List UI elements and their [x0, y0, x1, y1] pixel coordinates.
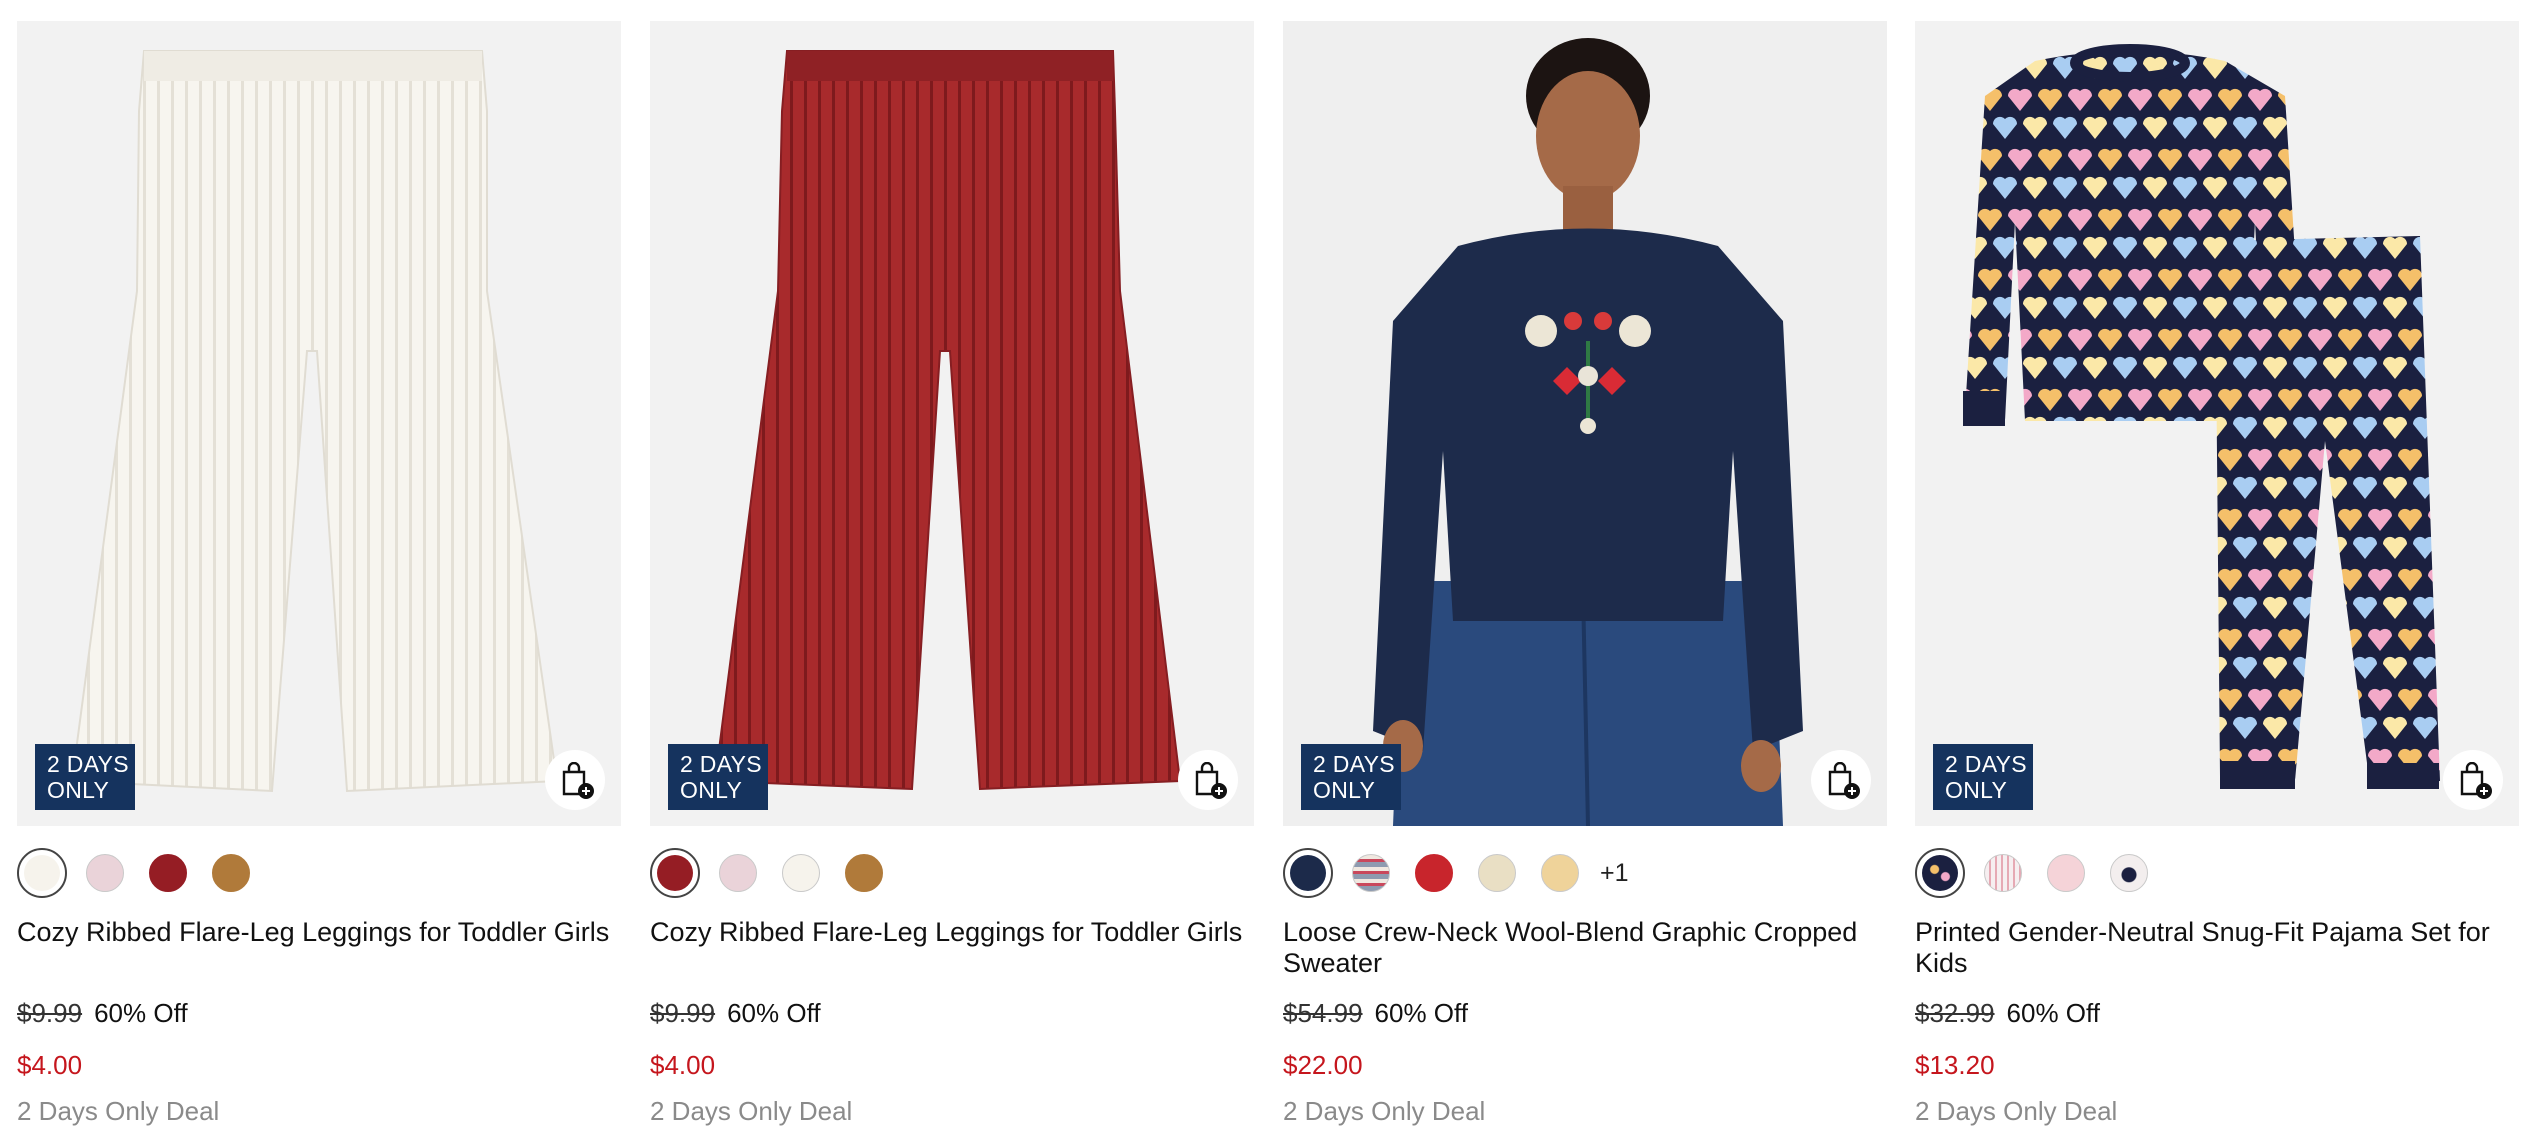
product-title[interactable]: Loose Crew-Neck Wool-Blend Graphic Cropp…	[1283, 917, 1887, 979]
shopping-bag-plus-icon	[1195, 762, 1227, 799]
discount-label: 60% Off	[1374, 998, 1468, 1028]
price-row: $9.99 60% Off	[650, 998, 821, 1029]
product-image-heart-pajamas[interactable]: 2 DAYS ONLY	[1915, 21, 2519, 826]
shopping-bag-plus-icon	[1828, 762, 1860, 799]
two-days-only-badge: 2 DAYS ONLY	[1301, 744, 1401, 810]
sale-price: $13.20	[1915, 1050, 1995, 1080]
add-to-bag-button[interactable]	[2443, 750, 2503, 810]
swatch-white-heart[interactable]	[2110, 854, 2148, 892]
swatch-navy-pattern[interactable]	[1283, 848, 1333, 898]
swatch-camel[interactable]	[845, 854, 883, 892]
cream-leggings-illustration	[70, 50, 559, 793]
product-grid: 2 DAYS ONLY Cozy Ribbed Flare-Leg Leggin…	[0, 0, 2526, 1142]
badge-line-2: ONLY	[47, 777, 110, 803]
swatch-striped-hearts[interactable]	[1984, 854, 2022, 892]
badge-line-1: 2 DAYS	[680, 751, 762, 777]
product-title[interactable]: Cozy Ribbed Flare-Leg Leggings for Toddl…	[650, 917, 1254, 948]
discount-label: 60% Off	[727, 998, 821, 1028]
deal-text: 2 Days Only Deal	[650, 1096, 853, 1126]
badge-line-2: ONLY	[1313, 777, 1376, 803]
product-image-navy-sweater[interactable]: 2 DAYS ONLY	[1283, 21, 1887, 826]
red-leggings-illustration	[713, 50, 1182, 791]
add-to-bag-button[interactable]	[1178, 750, 1238, 810]
add-to-bag-button[interactable]	[545, 750, 605, 810]
shopping-bag-plus-icon	[562, 762, 594, 799]
product-card: 2 DAYS ONLY Printed Gender-Neutral Snug-…	[1915, 0, 2519, 1142]
swatch-pink[interactable]	[719, 854, 757, 892]
add-to-bag-button[interactable]	[1811, 750, 1871, 810]
product-image-red-leggings[interactable]: 2 DAYS ONLY	[650, 21, 1254, 826]
deal-text: 2 Days Only Deal	[1283, 1096, 1486, 1126]
badge-line-1: 2 DAYS	[1945, 751, 2027, 777]
discount-label: 60% Off	[94, 998, 188, 1028]
price-row: $32.99 60% Off	[1915, 998, 2100, 1029]
swatch-red[interactable]	[1415, 854, 1453, 892]
swatch-pink-hearts[interactable]	[2047, 854, 2085, 892]
sale-price: $4.00	[17, 1050, 83, 1080]
price-row: $9.99 60% Off	[17, 998, 188, 1029]
swatch-navy-hearts[interactable]	[1915, 848, 1965, 898]
original-price: $9.99	[650, 998, 716, 1028]
swatch-butter[interactable]	[1541, 854, 1579, 892]
swatch-oatmeal[interactable]	[1478, 854, 1516, 892]
product-card: 2 DAYS ONLY Cozy Ribbed Flare-Leg Leggin…	[17, 0, 621, 1142]
more-colors-count[interactable]: +1	[1600, 859, 1629, 888]
color-swatches	[650, 848, 908, 898]
original-price: $9.99	[17, 998, 83, 1028]
swatch-pink[interactable]	[86, 854, 124, 892]
swatch-red[interactable]	[650, 848, 700, 898]
color-swatches	[17, 848, 275, 898]
badge-line-1: 2 DAYS	[1313, 751, 1395, 777]
swatch-cream[interactable]	[782, 854, 820, 892]
badge-line-2: ONLY	[680, 777, 743, 803]
original-price: $54.99	[1283, 998, 1363, 1028]
shopping-bag-plus-icon	[2460, 762, 2492, 799]
pajama-set-illustration	[1963, 44, 2440, 789]
sale-price: $22.00	[1283, 1050, 1363, 1080]
sale-price: $4.00	[650, 1050, 716, 1080]
product-image-cream-leggings[interactable]: 2 DAYS ONLY	[17, 21, 621, 826]
product-title[interactable]: Printed Gender-Neutral Snug-Fit Pajama S…	[1915, 917, 2519, 979]
badge-line-2: ONLY	[1945, 777, 2008, 803]
color-swatches	[1915, 848, 2173, 898]
original-price: $32.99	[1915, 998, 1995, 1028]
two-days-only-badge: 2 DAYS ONLY	[35, 744, 135, 810]
product-card: 2 DAYS ONLY +1 Loose Crew-Neck Wool-Blen…	[1283, 0, 1887, 1142]
product-card: 2 DAYS ONLY Cozy Ribbed Flare-Leg Leggin…	[650, 0, 1254, 1142]
deal-text: 2 Days Only Deal	[1915, 1096, 2118, 1126]
swatch-red[interactable]	[149, 854, 187, 892]
sweater-model-illustration	[1283, 21, 1887, 826]
two-days-only-badge: 2 DAYS ONLY	[1933, 744, 2033, 810]
deal-text: 2 Days Only Deal	[17, 1096, 220, 1126]
swatch-fairisle[interactable]	[1352, 854, 1390, 892]
swatch-camel[interactable]	[212, 854, 250, 892]
swatch-cream[interactable]	[17, 848, 67, 898]
badge-line-1: 2 DAYS	[47, 751, 129, 777]
product-title[interactable]: Cozy Ribbed Flare-Leg Leggings for Toddl…	[17, 917, 621, 948]
two-days-only-badge: 2 DAYS ONLY	[668, 744, 768, 810]
color-swatches: +1	[1283, 848, 1629, 898]
discount-label: 60% Off	[2006, 998, 2100, 1028]
price-row: $54.99 60% Off	[1283, 998, 1468, 1029]
